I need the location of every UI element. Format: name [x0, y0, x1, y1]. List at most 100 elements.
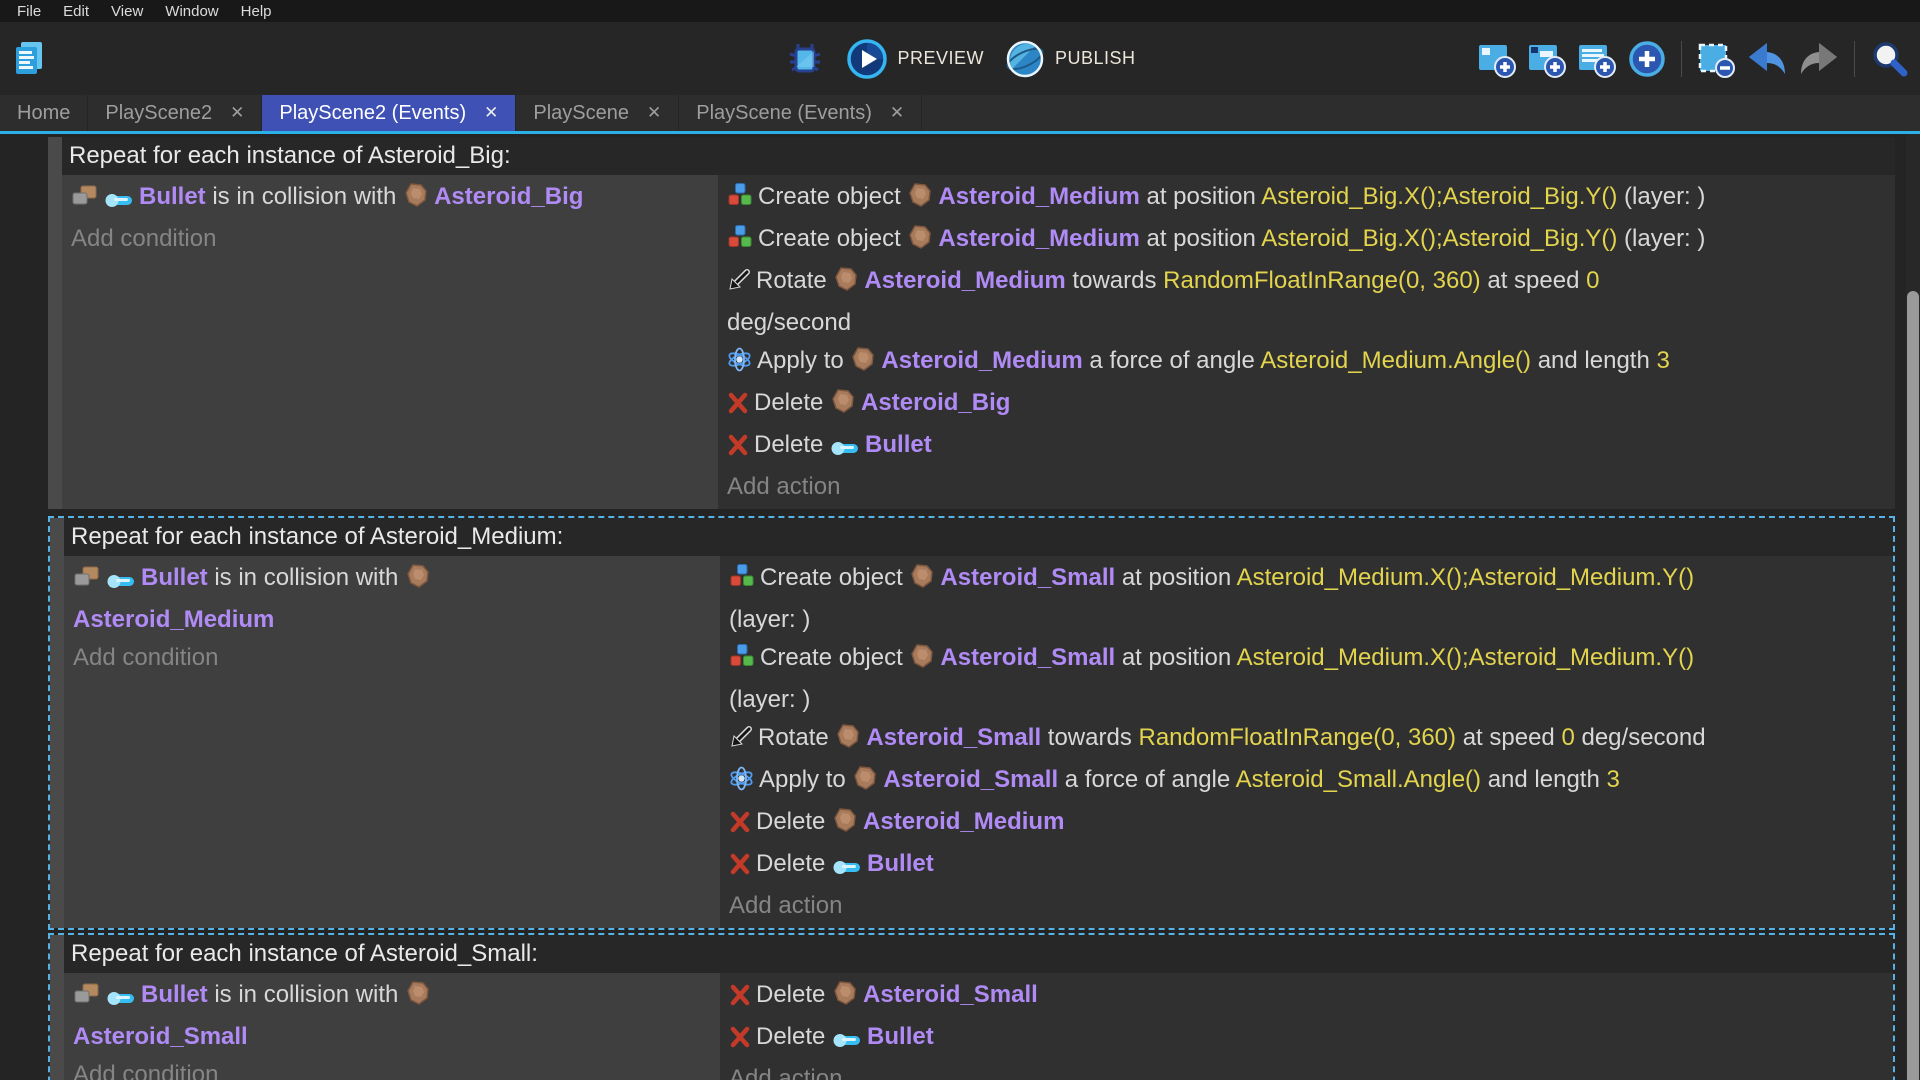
action-row[interactable]: Delete Asteroid_Small — [729, 976, 1884, 1018]
action-row[interactable]: Rotate Asteroid_Small towards RandomFloa… — [729, 719, 1884, 761]
add-comment-button[interactable] — [1576, 38, 1618, 80]
instruction-text: Delete — [754, 431, 830, 458]
add-event-button[interactable] — [1476, 38, 1518, 80]
event-block[interactable]: Repeat for each instance of Asteroid_Sma… — [48, 933, 1895, 1080]
menu-item-help[interactable]: Help — [230, 3, 283, 20]
search-events-button[interactable] — [1868, 38, 1910, 80]
event-header[interactable]: Repeat for each instance of Asteroid_Sma… — [64, 935, 1893, 973]
instruction-text: (layer: ) — [1617, 225, 1705, 252]
asteroid-icon — [835, 723, 861, 761]
add-action-button[interactable]: Add action — [729, 1060, 1884, 1080]
menu-item-file[interactable]: File — [6, 3, 52, 20]
event-block[interactable]: Repeat for each instance of Asteroid_Big… — [48, 137, 1895, 509]
actions-cell[interactable]: Create object Asteroid_Medium at positio… — [718, 175, 1895, 509]
object-name: Asteroid_Big — [434, 183, 583, 210]
redo-button[interactable] — [1797, 39, 1841, 79]
conditions-cell[interactable]: Bullet is in collision with Asteroid_Med… — [64, 556, 720, 928]
delete-icon — [729, 1022, 751, 1060]
preview-play-icon — [846, 38, 888, 80]
create-icon — [727, 182, 753, 220]
tab-close-icon[interactable]: ✕ — [890, 103, 904, 123]
add-condition-button[interactable]: Add condition — [73, 1056, 711, 1080]
bullet-icon — [106, 980, 136, 1018]
action-row[interactable]: Delete Bullet — [729, 845, 1884, 887]
object-name: Asteroid_Medium — [864, 267, 1065, 294]
action-row[interactable]: Apply to Asteroid_Medium a force of angl… — [727, 342, 1886, 384]
actions-cell[interactable]: Delete Asteroid_SmallDelete BulletAdd ac… — [720, 973, 1893, 1080]
add-comment-icon — [1576, 38, 1618, 80]
instruction-text: is in collision with — [206, 183, 403, 210]
tab-playscene-events[interactable]: PlayScene (Events) ✕ — [679, 95, 922, 131]
event-header[interactable]: Repeat for each instance of Asteroid_Big… — [62, 137, 1895, 175]
event-block[interactable]: Repeat for each instance of Asteroid_Med… — [48, 516, 1895, 930]
instruction-text: towards — [1041, 724, 1138, 751]
instruction-text: Delete — [756, 1023, 832, 1050]
event-header[interactable]: Repeat for each instance of Asteroid_Med… — [64, 518, 1893, 556]
action-row[interactable]: Delete Bullet — [727, 426, 1886, 468]
conditions-cell[interactable]: Bullet is in collision with Asteroid_Big… — [62, 175, 718, 509]
add-subevent-button[interactable] — [1526, 38, 1568, 80]
action-row[interactable]: Create object Asteroid_Small at position… — [729, 559, 1884, 639]
tab-close-icon[interactable]: ✕ — [230, 103, 244, 123]
condition-row[interactable]: Bullet is in collision with Asteroid_Big — [71, 178, 709, 220]
menu-item-window[interactable]: Window — [154, 3, 229, 20]
undo-button[interactable] — [1745, 39, 1789, 79]
instruction-text: at position — [1115, 564, 1236, 591]
tab-close-icon[interactable]: ✕ — [647, 103, 661, 123]
event-sheet[interactable]: Repeat for each instance of Asteroid_Big… — [0, 134, 1920, 1080]
add-condition-button[interactable]: Add condition — [73, 639, 711, 677]
instruction-text: a force of angle — [1058, 766, 1235, 793]
instruction-text: (layer: ) — [1617, 183, 1705, 210]
instruction-text: Delete — [756, 808, 832, 835]
tab-label: PlayScene (Events) — [696, 102, 872, 125]
add-condition-button[interactable]: Add condition — [71, 220, 709, 258]
object-name: Bullet — [141, 564, 208, 591]
debug-button[interactable] — [784, 38, 826, 80]
menu-item-view[interactable]: View — [100, 3, 154, 20]
action-row[interactable]: Rotate Asteroid_Medium towards RandomFlo… — [727, 262, 1886, 342]
remove-selection-icon — [1695, 38, 1737, 80]
preview-button[interactable]: PREVIEW — [846, 38, 984, 80]
conditions-cell[interactable]: Bullet is in collision with Asteroid_Sma… — [64, 973, 720, 1080]
delete-selection-button[interactable] — [1695, 38, 1737, 80]
tab-close-icon[interactable]: ✕ — [484, 103, 498, 123]
actions-cell[interactable]: Create object Asteroid_Small at position… — [720, 556, 1893, 928]
event-drag-handle[interactable] — [48, 137, 62, 509]
force-icon — [727, 346, 752, 384]
tab-home[interactable]: Home — [0, 95, 88, 131]
instruction-text: Apply to — [757, 347, 850, 374]
action-row[interactable]: Create object Asteroid_Small at position… — [729, 639, 1884, 719]
menu-item-edit[interactable]: Edit — [52, 3, 100, 20]
action-row[interactable]: Create object Asteroid_Medium at positio… — [727, 178, 1886, 220]
event-drag-handle[interactable] — [50, 518, 64, 928]
tab-playscene2[interactable]: PlayScene2 ✕ — [88, 95, 262, 131]
add-action-button[interactable]: Add action — [727, 468, 1886, 506]
action-row[interactable]: Apply to Asteroid_Small a force of angle… — [729, 761, 1884, 803]
object-name: Asteroid_Small — [940, 564, 1115, 591]
action-row[interactable]: Delete Asteroid_Big — [727, 384, 1886, 426]
force-icon — [729, 765, 754, 803]
instruction-text: at position — [1115, 644, 1236, 671]
tab-playscene2-events[interactable]: PlayScene2 (Events) ✕ — [262, 95, 516, 131]
expression-text: 3 — [1656, 347, 1669, 374]
event-drag-handle[interactable] — [50, 935, 64, 1080]
scrollbar-thumb[interactable] — [1907, 291, 1919, 1080]
tab-playscene[interactable]: PlayScene ✕ — [516, 95, 679, 131]
instruction-text: Apply to — [759, 766, 852, 793]
add-other-event-button[interactable] — [1626, 38, 1668, 80]
asteroid-icon — [403, 182, 429, 220]
condition-row[interactable]: Bullet is in collision with Asteroid_Sma… — [73, 976, 711, 1056]
add-action-button[interactable]: Add action — [729, 887, 1884, 925]
add-subevent-icon — [1526, 38, 1568, 80]
project-manager-button[interactable] — [12, 40, 46, 78]
publish-button[interactable]: PUBLISH — [1004, 38, 1136, 80]
condition-row[interactable]: Bullet is in collision with Asteroid_Med… — [73, 559, 711, 639]
asteroid-icon — [850, 346, 876, 384]
action-row[interactable]: Create object Asteroid_Medium at positio… — [727, 220, 1886, 262]
scrollbar-track[interactable] — [1906, 134, 1920, 1080]
action-row[interactable]: Delete Bullet — [729, 1018, 1884, 1060]
object-name: Asteroid_Medium — [938, 183, 1139, 210]
action-row[interactable]: Delete Asteroid_Medium — [729, 803, 1884, 845]
delete-icon — [727, 388, 749, 426]
instruction-text: (layer: ) — [729, 606, 810, 633]
